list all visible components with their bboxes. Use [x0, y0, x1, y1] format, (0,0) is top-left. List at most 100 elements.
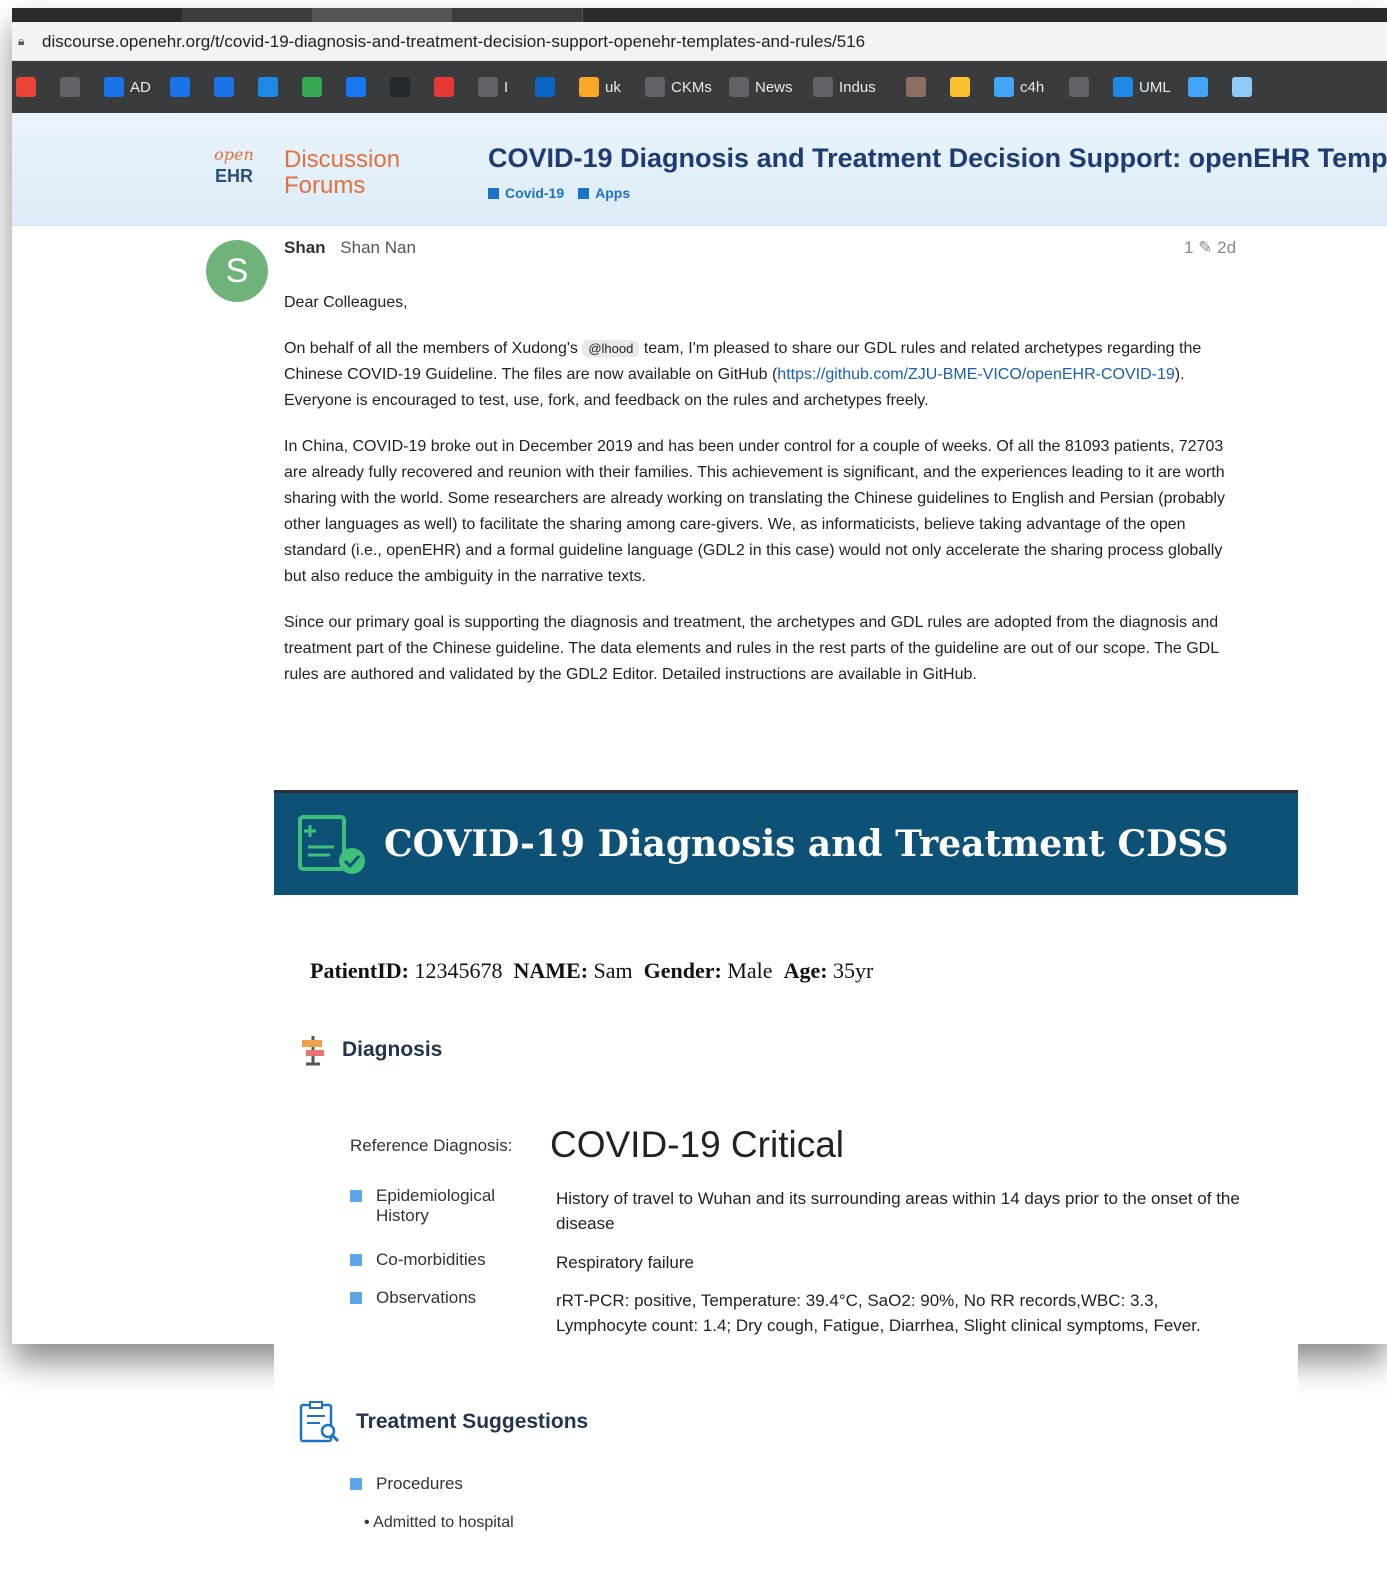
- signpost-icon: [302, 1036, 324, 1066]
- bookmark-item[interactable]: [16, 75, 36, 99]
- patient-info: PatientID: 12345678 NAME: Sam Gender: Ma…: [310, 958, 873, 984]
- mail-icon: [1069, 77, 1089, 97]
- bookmark-item[interactable]: I: [478, 75, 508, 99]
- post-fullname[interactable]: Shan Nan: [340, 238, 416, 257]
- bookmark-item[interactable]: [434, 75, 454, 99]
- clipboard-check-icon: [298, 815, 365, 874]
- b-icon: [950, 77, 970, 97]
- tab-strip: [12, 8, 1387, 22]
- bullet-square-icon: [350, 1254, 362, 1266]
- bookmark-item[interactable]: News: [729, 75, 793, 99]
- category-badge-apps[interactable]: Apps: [578, 185, 630, 201]
- patient-name-label: NAME:: [513, 958, 589, 983]
- url-text[interactable]: discourse.openehr.org/t/covid-19-diagnos…: [42, 32, 865, 52]
- cdss-screenshot-image: COVID-19 Diagnosis and Treatment CDSS Pa…: [274, 790, 1298, 1584]
- procedures-label: Procedures: [350, 1474, 463, 1494]
- bookmark-item[interactable]: c4h: [994, 75, 1044, 99]
- cdss-banner: COVID-19 Diagnosis and Treatment CDSS: [274, 790, 1298, 895]
- bookmark-item[interactable]: [906, 75, 926, 99]
- bookmark-label: uk: [605, 78, 621, 96]
- folder-icon: [729, 77, 749, 97]
- github-icon: [390, 77, 410, 97]
- browser-tab[interactable]: [182, 8, 313, 22]
- post-username[interactable]: Shan: [284, 238, 326, 257]
- mail-icon: [60, 77, 80, 97]
- avatar[interactable]: S: [206, 240, 268, 302]
- fact-epidemiological: Epidemiological History History of trave…: [350, 1186, 1250, 1236]
- diamond-icon: [1188, 77, 1208, 97]
- bookmark-label: c4h: [1020, 78, 1045, 96]
- patient-name: Sam: [593, 958, 633, 983]
- drive-icon: [302, 77, 322, 97]
- bookmark-label: CKMs: [671, 78, 712, 96]
- bookmark-label: UML: [1139, 78, 1171, 96]
- patient-age-label: Age:: [783, 958, 828, 983]
- fact-value: History of travel to Wuhan and its surro…: [556, 1189, 1240, 1233]
- openehr-logo[interactable]: open EHR: [204, 145, 264, 187]
- bookmark-item[interactable]: [214, 75, 234, 99]
- fact-label: Co-morbidities: [376, 1250, 486, 1269]
- address-bar[interactable]: 🔒︎ discourse.openehr.org/t/covid-19-diag…: [12, 22, 1387, 61]
- topic-title[interactable]: COVID-19 Diagnosis and Treatment Decisio…: [488, 143, 1387, 174]
- bookmark-item[interactable]: [60, 75, 80, 99]
- procedures-text: Procedures: [376, 1474, 463, 1493]
- opera-icon: [434, 77, 454, 97]
- browser-tab[interactable]: [452, 8, 583, 22]
- bookmark-item[interactable]: [535, 75, 555, 99]
- bookmark-item[interactable]: [390, 75, 410, 99]
- browser-tab-active[interactable]: [312, 8, 453, 22]
- post-greeting: Dear Colleagues,: [284, 294, 408, 311]
- bookmark-item[interactable]: UML: [1113, 75, 1171, 99]
- mail-icon: [478, 77, 498, 97]
- post-paragraph-3: Since our primary goal is supporting the…: [284, 614, 1219, 683]
- bookmark-label: AD: [130, 78, 151, 96]
- post-body: Dear Colleagues, On behalf of all the me…: [284, 290, 1244, 708]
- logo-top-text: open: [214, 145, 254, 164]
- bookmark-item[interactable]: [1232, 75, 1252, 99]
- treatment-heading: Treatment Suggestions: [356, 1410, 589, 1433]
- post-paragraph-1: On behalf of all the members of Xudong's…: [284, 336, 1244, 414]
- reference-diagnosis-label: Reference Diagnosis:: [350, 1136, 513, 1155]
- folder-icon: [645, 77, 665, 97]
- bookmark-item[interactable]: [258, 75, 278, 99]
- github-link[interactable]: https://github.com/ZJU-BME-VICO/openEHR-…: [777, 366, 1174, 383]
- bookmark-item[interactable]: [170, 75, 190, 99]
- fact-label: Epidemiological History: [376, 1186, 496, 1225]
- bookmark-label: Indus: [839, 78, 876, 96]
- patient-gender-label: Gender:: [643, 958, 722, 983]
- photo-icon: [906, 77, 926, 97]
- linkedin-icon: [535, 77, 555, 97]
- bullet-square-icon: [350, 1190, 362, 1202]
- category-badge-covid[interactable]: Covid-19: [488, 185, 564, 201]
- bookmark-label: I: [504, 78, 509, 96]
- bookmark-item[interactable]: [950, 75, 970, 99]
- lock-icon: 🔒︎: [18, 34, 25, 48]
- post-meta[interactable]: 1 ✎ 2d: [1184, 238, 1236, 258]
- bullet-square-icon: [350, 1292, 362, 1304]
- bullet-square-icon: [350, 1478, 362, 1490]
- bookmark-item[interactable]: AD: [104, 75, 151, 99]
- clipboard-search-icon: [299, 1401, 340, 1443]
- bookmark-item[interactable]: [302, 75, 322, 99]
- forum-name[interactable]: Discussion Forums: [284, 147, 400, 199]
- bookmark-item[interactable]: [1188, 75, 1208, 99]
- person-icon: [104, 77, 124, 97]
- bookmark-item[interactable]: CKMs: [645, 75, 712, 99]
- warning-icon: [579, 77, 599, 97]
- folder-icon: [813, 77, 833, 97]
- patient-age: 35yr: [833, 958, 874, 983]
- fact-value: Respiratory failure: [556, 1253, 694, 1272]
- bookmark-item[interactable]: uk: [579, 75, 621, 99]
- bookmark-item[interactable]: [346, 75, 366, 99]
- bookmark-item[interactable]: Indus: [813, 75, 876, 99]
- fact-comorbidities: Co-morbidities Respiratory failure: [350, 1250, 1250, 1276]
- p1-text-a: On behalf of all the members of Xudong's: [284, 340, 578, 357]
- patient-id: 12345678: [414, 958, 503, 983]
- forum-name-line2: Forums: [284, 172, 366, 199]
- user-mention[interactable]: @lhood: [582, 340, 640, 357]
- forum-header: open EHR Discussion Forums COVID-19 Diag…: [12, 113, 1387, 226]
- bookmark-item[interactable]: [1069, 75, 1089, 99]
- cdss-title: COVID-19 Diagnosis and Treatment CDSS: [384, 823, 1229, 865]
- calendar-icon: [170, 77, 190, 97]
- diagram-icon: [1113, 77, 1133, 97]
